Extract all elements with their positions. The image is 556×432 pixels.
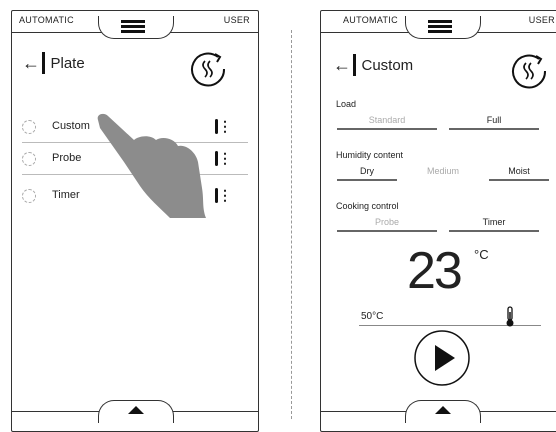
cooking-control-label: Cooking control: [336, 201, 399, 211]
back-arrow-icon[interactable]: ←: [22, 54, 40, 72]
user-label[interactable]: USER: [529, 15, 555, 25]
cooking-option-probe[interactable]: Probe: [337, 217, 437, 227]
back-button[interactable]: ← Custom: [333, 53, 413, 77]
steam-icon[interactable]: [509, 51, 549, 91]
back-button[interactable]: ← Plate: [22, 51, 85, 75]
bottom-bar: [321, 400, 556, 423]
humidity-option-moist[interactable]: Moist: [489, 166, 549, 176]
radio-button[interactable]: [22, 189, 36, 203]
chevron-up-icon[interactable]: [435, 406, 451, 414]
humidity-option-dry[interactable]: Dry: [337, 166, 397, 176]
cooking-option-timer[interactable]: Timer: [449, 217, 539, 227]
humidity-label: Humidity content: [336, 150, 404, 160]
screen-custom: AUTOMATIC USER ← Custom Load Standard Fu…: [320, 10, 556, 432]
menu-icon[interactable]: [121, 20, 145, 33]
load-underline-full: [449, 128, 539, 130]
list-item-label: Custom: [52, 120, 90, 132]
mode-label: AUTOMATIC: [343, 15, 398, 25]
humidity-underline-moist: [489, 179, 549, 181]
probe-temperature: 50°C: [361, 311, 384, 322]
user-label[interactable]: USER: [224, 15, 250, 25]
load-label: Load: [336, 99, 357, 109]
divider: [291, 30, 292, 419]
humidity-underline-dry: [337, 179, 397, 181]
load-option-standard[interactable]: Standard: [337, 115, 437, 125]
radio-button[interactable]: [22, 120, 36, 134]
list-item-label: Timer: [52, 189, 80, 201]
thermometer-icon: [506, 306, 514, 327]
cooking-underline-timer: [449, 230, 539, 232]
menu-icon[interactable]: [428, 20, 452, 33]
list-item-label: Probe: [52, 152, 82, 164]
hand-pointer-icon: [97, 113, 206, 218]
back-arrow-icon[interactable]: ←: [333, 56, 351, 74]
menu-tab[interactable]: [405, 16, 481, 39]
radio-button[interactable]: [22, 152, 36, 166]
bottom-tab[interactable]: [98, 400, 174, 423]
mode-label: AUTOMATIC: [19, 15, 74, 25]
cooking-underline-probe: [337, 230, 437, 232]
humidity-option-medium[interactable]: Medium: [413, 166, 473, 176]
bottom-tab[interactable]: [405, 400, 481, 423]
page-title: Plate: [50, 54, 85, 72]
chevron-up-icon[interactable]: [128, 406, 144, 414]
menu-tab[interactable]: [98, 16, 174, 39]
bottom-bar: [12, 400, 258, 423]
temperature-unit: °C: [474, 247, 489, 262]
steam-icon[interactable]: [188, 49, 228, 89]
page-title: Custom: [361, 56, 414, 74]
load-underline-standard: [337, 128, 437, 130]
play-icon[interactable]: [413, 329, 471, 387]
temperature-value[interactable]: 23: [407, 241, 463, 301]
load-option-full[interactable]: Full: [449, 115, 539, 125]
